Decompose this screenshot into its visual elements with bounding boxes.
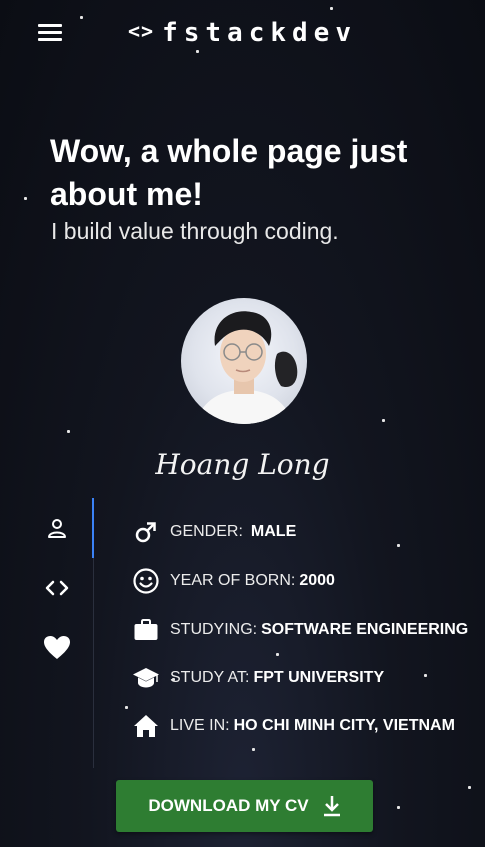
info-label: GENDER: [170,523,243,540]
top-bar: <> fstackdev [0,0,485,66]
code-icon [45,580,69,596]
info-value: FPT UNIVERSITY [253,669,385,686]
info-row-gender: GENDER: MALE [130,512,296,552]
home-icon [134,715,158,737]
hero-title: Wow, a whole page just about me! [50,133,408,212]
heart-icon [44,636,70,659]
tab-about[interactable] [42,513,72,543]
info-label: STUDYING: [170,621,258,638]
info-row-studying: STUDYING: SOFTWARE ENGINEERING [130,610,468,650]
code-brackets-icon: <> [128,19,155,43]
info-label: YEAR OF BORN: [170,572,296,589]
info-value: 2000 [299,572,335,589]
tab-skills[interactable] [42,573,72,603]
tab-hobbies[interactable] [42,633,72,663]
male-icon [135,522,156,543]
info-value: SOFTWARE ENGINEERING [261,621,469,638]
info-value: MALE [250,523,297,540]
download-cv-label: DOWNLOAD MY CV [148,796,309,815]
site-logo[interactable]: <> fstackdev [0,18,485,48]
hero-subtitle: I build value through coding. [51,218,339,244]
graduation-cap-icon [133,668,159,688]
smile-icon [133,568,159,594]
person-icon [48,519,66,538]
info-value: HO CHI MINH CITY, VIETNAM [233,717,455,734]
download-cv-button[interactable]: DOWNLOAD MY CV [116,780,373,832]
info-label: LIVE IN: [170,717,230,734]
info-label: STUDY AT: [170,669,250,686]
active-tab-indicator [92,498,94,558]
profile-side-nav [30,498,94,768]
download-icon [323,796,340,817]
avatar [181,298,307,424]
info-row-year-of-born: YEAR OF BORN: 2000 [130,561,335,601]
info-row-study-at: STUDY AT: FPT UNIVERSITY [130,658,384,698]
profile-name: Hoang Long [155,448,330,481]
brand-name: fstackdev [162,18,357,48]
briefcase-icon [134,619,158,640]
info-row-live-in: LIVE IN: HO CHI MINH CITY, VIETNAM [130,706,455,746]
